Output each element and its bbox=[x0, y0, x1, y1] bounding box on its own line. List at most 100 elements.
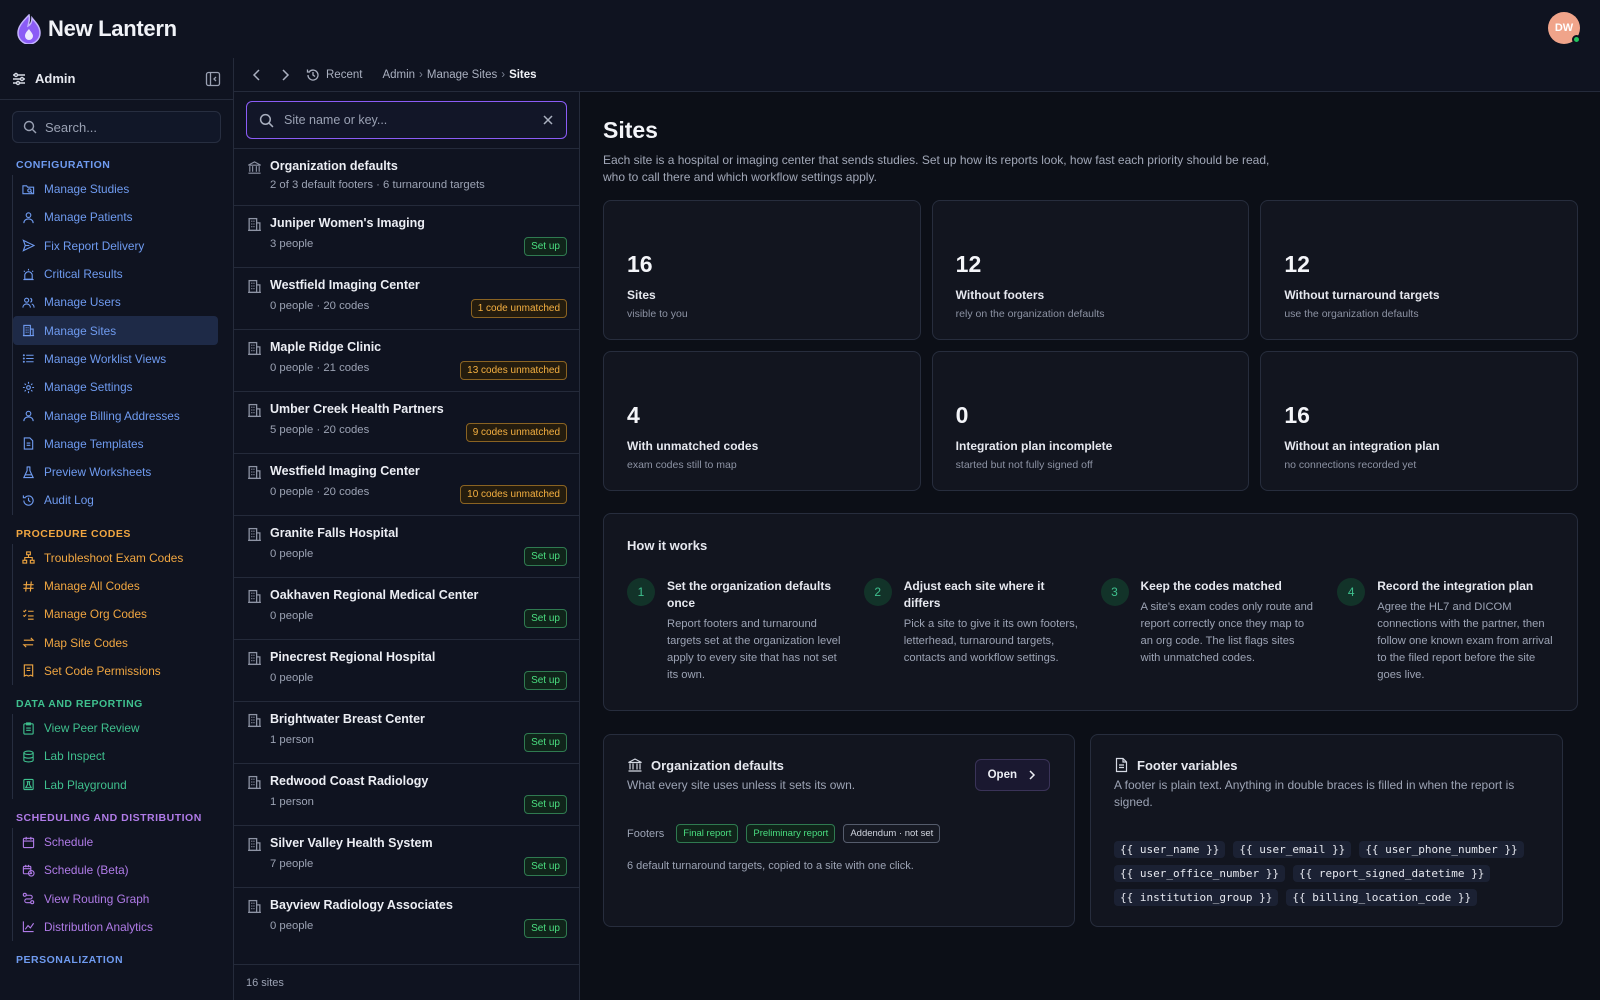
sidebar-item-manage-all-codes[interactable]: Manage All Codes bbox=[13, 572, 218, 600]
site-row[interactable]: Pinecrest Regional Hospital 0 people Set u… bbox=[234, 639, 579, 701]
site-count: 16 sites bbox=[234, 964, 579, 1000]
sidebar-item-manage-templates[interactable]: Manage Templates bbox=[13, 430, 218, 458]
step-number: 1 bbox=[627, 578, 655, 606]
org-defaults-row[interactable]: Organization defaults 2 of 3 default foo… bbox=[234, 148, 579, 205]
sidebar-item-label: Manage Org Codes bbox=[44, 607, 147, 622]
receipt-icon bbox=[23, 664, 34, 678]
site-name: Bayview Radiology Associates bbox=[270, 898, 453, 912]
sidebar-item-label: Critical Results bbox=[44, 267, 123, 282]
sidebar-item-manage-org-codes[interactable]: Manage Org Codes bbox=[13, 600, 218, 628]
sidebar-item-manage-studies[interactable]: Manage Studies bbox=[13, 175, 218, 203]
admin-sidebar: Admin CONFIGURATIONManage StudiesManage … bbox=[0, 58, 234, 1000]
hash-icon bbox=[23, 580, 34, 592]
site-status-badge: Set up bbox=[524, 733, 567, 752]
site-row[interactable]: Brightwater Breast Center 1 person Set up bbox=[234, 701, 579, 763]
site-row[interactable]: Umber Creek Health Partners 5 people · 20… bbox=[234, 391, 579, 453]
collapse-sidebar-icon[interactable] bbox=[205, 71, 221, 87]
site-summary: 0 people bbox=[270, 610, 314, 622]
sidebar-item-schedule[interactable]: Schedule bbox=[13, 828, 218, 856]
open-org-defaults-button[interactable]: Open bbox=[974, 759, 1050, 791]
sidebar-item-lab-playground[interactable]: Lab Playground bbox=[13, 771, 218, 799]
breadcrumb-manage-sites[interactable]: Manage Sites bbox=[427, 69, 497, 81]
site-search-input[interactable] bbox=[284, 113, 532, 127]
turnaround-summary: 6 default turnaround targets, copied to … bbox=[627, 860, 914, 872]
app-logo[interactable]: New Lantern bbox=[16, 14, 177, 44]
site-name: Umber Creek Health Partners bbox=[270, 402, 444, 416]
sidebar-item-critical-results[interactable]: Critical Results bbox=[13, 260, 218, 288]
site-row[interactable]: Redwood Coast Radiology 1 person Set up bbox=[234, 763, 579, 825]
page-description: Each site is a hospital or imaging cente… bbox=[603, 153, 1270, 184]
user-avatar[interactable]: DW bbox=[1548, 12, 1581, 44]
site-row[interactable]: Juniper Women's Imaging 3 people Set up bbox=[234, 205, 579, 267]
building-icon bbox=[248, 899, 261, 914]
bank-icon bbox=[248, 161, 261, 174]
sidebar-item-map-site-codes[interactable]: Map Site Codes bbox=[13, 628, 218, 656]
step-number: 4 bbox=[1337, 578, 1366, 606]
site-row[interactable]: Bayview Radiology Associates 0 people Set … bbox=[234, 887, 579, 949]
sidebar-item-view-peer-review[interactable]: View Peer Review bbox=[13, 714, 218, 742]
site-row[interactable]: Westfield Imaging Center 0 people · 20 co… bbox=[234, 453, 579, 515]
sidebar-item-manage-patients[interactable]: Manage Patients bbox=[13, 203, 218, 231]
breadcrumb-admin[interactable]: Admin bbox=[382, 69, 415, 81]
sidebar-item-label: Map Site Codes bbox=[44, 635, 128, 650]
stat-card[interactable]: 0 Integration plan incomplete started but … bbox=[931, 351, 1250, 491]
site-search[interactable] bbox=[246, 101, 567, 139]
site-row[interactable]: Granite Falls Hospital 0 people Set up bbox=[234, 515, 579, 577]
building-icon bbox=[248, 713, 261, 728]
sidebar-item-manage-settings[interactable]: Manage Settings bbox=[13, 373, 218, 401]
site-row[interactable]: Silver Valley Health System 7 people Set u… bbox=[234, 825, 579, 887]
footer-variable: {{ user_email }} bbox=[1233, 841, 1352, 858]
stat-card[interactable]: 16 Sites visible to you bbox=[603, 200, 921, 340]
sidebar-item-manage-billing-addresses[interactable]: Manage Billing Addresses bbox=[13, 401, 218, 429]
forward-arrow-icon[interactable] bbox=[278, 68, 292, 82]
flask-box-icon bbox=[23, 779, 34, 791]
stat-card[interactable]: 12 Without turnaround targets use the orga… bbox=[1260, 200, 1578, 340]
sidebar-item-manage-worklist-views[interactable]: Manage Worklist Views bbox=[13, 345, 218, 373]
site-name: Granite Falls Hospital bbox=[270, 526, 399, 540]
user-icon bbox=[23, 212, 34, 224]
database-icon bbox=[23, 750, 34, 763]
sidebar-item-set-code-permissions[interactable]: Set Code Permissions bbox=[13, 657, 218, 685]
sidebar-item-lab-inspect[interactable]: Lab Inspect bbox=[13, 742, 218, 770]
back-arrow-icon[interactable] bbox=[250, 68, 264, 82]
sidebar-item-label: Manage Sites bbox=[44, 323, 117, 338]
sidebar-item-label: Schedule bbox=[44, 835, 94, 850]
footer-variable: {{ user_name }} bbox=[1114, 841, 1226, 858]
stat-subtext: rely on the organization defaults bbox=[955, 308, 1105, 320]
chevron-right-icon bbox=[1029, 770, 1036, 780]
step-text: Pick a site to give it its own footers, … bbox=[903, 618, 1078, 664]
sidebar-search[interactable] bbox=[12, 111, 221, 143]
site-row[interactable]: Westfield Imaging Center 0 people · 20 co… bbox=[234, 267, 579, 329]
bottom-cards: Organization defaults What every site us… bbox=[603, 734, 1578, 927]
site-row[interactable]: Maple Ridge Clinic 0 people · 21 codes 13 … bbox=[234, 329, 579, 391]
sidebar-item-manage-sites[interactable]: Manage Sites bbox=[13, 316, 218, 345]
sidebar-item-preview-worksheets[interactable]: Preview Worksheets bbox=[13, 458, 218, 486]
building-icon bbox=[248, 403, 261, 418]
step-text: Report footers and turnaround targets se… bbox=[667, 618, 841, 681]
stat-value: 0 bbox=[955, 402, 969, 428]
stat-card[interactable]: 12 Without footers rely on the organizatio… bbox=[931, 200, 1250, 340]
stat-card[interactable]: 16 Without an integration plan no connecti… bbox=[1260, 351, 1578, 491]
clear-search-icon[interactable] bbox=[542, 114, 554, 126]
sidebar-section-title: SCHEDULING AND DISTRIBUTION bbox=[16, 811, 202, 824]
building-icon bbox=[248, 837, 261, 852]
site-list-pane: Organization defaults 2 of 3 default foo… bbox=[234, 92, 580, 1000]
sidebar-item-distribution-analytics[interactable]: Distribution Analytics bbox=[13, 913, 218, 941]
site-row[interactable]: Oakhaven Regional Medical Center 0 people… bbox=[234, 577, 579, 639]
stat-card[interactable]: 4 With unmatched codes exam codes still to… bbox=[603, 351, 921, 491]
site-summary: 1 person bbox=[270, 796, 314, 808]
footer-variable: {{ report_signed_datetime }} bbox=[1292, 865, 1491, 882]
sidebar-item-fix-report-delivery[interactable]: Fix Report Delivery bbox=[13, 232, 218, 260]
sidebar-item-schedule-beta[interactable]: Schedule (Beta) bbox=[13, 856, 218, 884]
sidebar-search-input[interactable] bbox=[45, 119, 195, 135]
sidebar-item-troubleshoot-exam-codes[interactable]: Troubleshoot Exam Codes bbox=[13, 544, 218, 572]
stat-label: Sites bbox=[627, 288, 656, 302]
recent-button[interactable]: Recent bbox=[306, 68, 362, 82]
sidebar-item-audit-log[interactable]: Audit Log bbox=[13, 486, 218, 514]
clipboard-icon bbox=[23, 722, 34, 735]
sidebar-item-manage-users[interactable]: Manage Users bbox=[13, 288, 218, 316]
online-status-dot bbox=[1572, 35, 1581, 44]
sidebar-item-view-routing-graph[interactable]: View Routing Graph bbox=[13, 885, 218, 913]
page-title: Sites bbox=[603, 117, 658, 143]
avatar-initials: DW bbox=[1554, 22, 1574, 34]
